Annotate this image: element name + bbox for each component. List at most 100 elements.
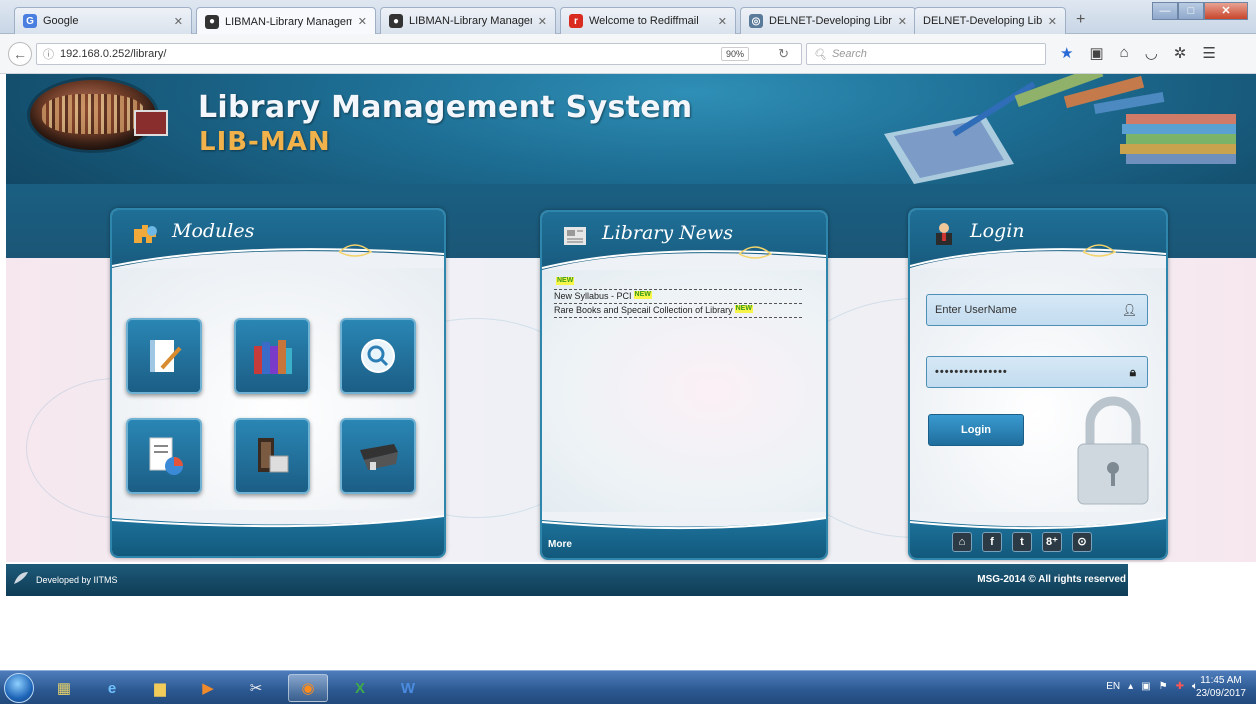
- close-tab-icon[interactable]: ✕: [538, 15, 547, 28]
- maximize-button[interactable]: □: [1178, 2, 1204, 20]
- taskbar-internet-explorer[interactable]: e: [92, 674, 132, 702]
- windows-taskbar: ▦ e ▆ ▶ ✂ ◉ X W EN ▴ ▣ ⚑ ✚ 🔈︎ 11:45 AM 2…: [0, 670, 1256, 704]
- news-item[interactable]: Rare Books and Specail Collection of Lib…: [554, 304, 802, 318]
- news-item-text: New Syllabus - PCI: [554, 291, 632, 301]
- extension-icon[interactable]: ✲: [1174, 44, 1187, 62]
- module-barcode-button[interactable]: [340, 418, 416, 494]
- username-field[interactable]: Enter UserName 👤︎: [926, 294, 1148, 326]
- antivirus-icon[interactable]: ✚: [1176, 681, 1184, 692]
- taskbar-excel[interactable]: X: [340, 674, 380, 702]
- bookmark-star-icon[interactable]: ★: [1060, 44, 1073, 62]
- padlock-icon: [1077, 396, 1149, 505]
- new-badge: NEW: [556, 277, 575, 285]
- new-tab-button[interactable]: +: [1076, 11, 1085, 29]
- taskbar-snipping-tool[interactable]: ✂: [236, 674, 276, 702]
- menu-icon[interactable]: ☰: [1202, 44, 1215, 62]
- news-item[interactable]: NEW: [554, 276, 802, 290]
- tab-libman-active[interactable]: ● LIBMAN-Library Managem ✕: [196, 7, 376, 35]
- page-footer: Developed by IITMS MSG-2014 © All rights…: [6, 564, 1128, 596]
- network-icon[interactable]: ▣: [1141, 681, 1150, 692]
- news-list: NEW New Syllabus - PCI NEW Rare Books and…: [554, 276, 802, 318]
- search-input[interactable]: 🔍︎ Search: [806, 43, 1046, 65]
- taskbar-media-player[interactable]: ▶: [188, 674, 228, 702]
- library-logo: [30, 80, 168, 150]
- browser-tab-strip: G Google ✕ ● LIBMAN-Library Managem ✕ ● …: [0, 0, 1256, 35]
- address-bar[interactable]: ⓘ 192.168.0.252/library/ 90% ↻: [36, 43, 802, 65]
- password-field[interactable]: ••••••••••••••• 🔒︎: [926, 356, 1148, 388]
- login-panel-header: Login: [910, 210, 1166, 268]
- close-tab-icon[interactable]: ✕: [358, 15, 367, 28]
- new-badge: NEW: [633, 291, 652, 299]
- taskbar-clock[interactable]: 11:45 AM 23/09/2017: [1196, 674, 1246, 700]
- start-button[interactable]: [4, 673, 34, 703]
- close-tab-icon[interactable]: ✕: [174, 15, 183, 28]
- site-info-icon[interactable]: ⓘ: [43, 46, 54, 62]
- close-tab-icon[interactable]: ✕: [718, 15, 727, 28]
- reload-icon[interactable]: ↻: [778, 46, 789, 62]
- system-tray: EN ▴ ▣ ⚑ ✚ 🔈︎: [1106, 681, 1198, 692]
- home-icon[interactable]: ⌂: [1120, 44, 1129, 62]
- libman-favicon-icon: ●: [205, 14, 219, 29]
- login-panel-footer: ⌂ f t 8⁺ ⊙: [910, 512, 1166, 558]
- close-window-button[interactable]: ✕: [1204, 2, 1248, 20]
- folder-icon: ▆: [154, 680, 166, 697]
- minimize-button[interactable]: —: [1152, 2, 1178, 20]
- tab-delnet-2[interactable]: DELNET-Developing Library N ✕: [914, 7, 1066, 34]
- tab-label: Google: [43, 15, 79, 27]
- books-icon: [254, 340, 292, 374]
- zoom-level[interactable]: 90%: [720, 47, 749, 61]
- action-center-flag-icon[interactable]: ⚑: [1159, 681, 1168, 692]
- news-item[interactable]: New Syllabus - PCI NEW: [554, 290, 802, 304]
- modules-body: [112, 268, 444, 510]
- tab-label: LIBMAN-Library Managem: [409, 15, 532, 27]
- tab-delnet[interactable]: ◎ DELNET-Developing Libra ✕: [740, 7, 916, 34]
- module-circulation-button[interactable]: [234, 418, 310, 494]
- module-search-button[interactable]: [340, 318, 416, 394]
- search-social-icon[interactable]: ⊙: [1072, 532, 1092, 552]
- library-news-panel: Library News NEW New Syllabus - PCI NEW R…: [540, 210, 828, 560]
- modules-panel-header: Modules: [112, 210, 444, 268]
- notebook-pen-icon: [150, 340, 182, 372]
- feather-icon: [14, 572, 28, 584]
- barcode-scanner-icon: [360, 444, 398, 470]
- google-favicon-icon: G: [23, 14, 37, 28]
- library-app-icon: ▦: [56, 680, 72, 697]
- internet-explorer-icon: e: [107, 679, 117, 697]
- facebook-icon[interactable]: f: [982, 532, 1002, 552]
- twitter-icon[interactable]: t: [1012, 532, 1032, 552]
- taskbar-explorer[interactable]: ▆: [140, 674, 180, 702]
- clipboard-icon[interactable]: ▣: [1089, 44, 1103, 62]
- login-button[interactable]: Login: [928, 414, 1024, 446]
- developer-credit: Developed by IITMS: [36, 575, 118, 585]
- delnet-favicon-icon: ◎: [749, 14, 763, 28]
- tray-expand-icon[interactable]: ▴: [1128, 681, 1133, 692]
- username-placeholder: Enter UserName: [935, 304, 1017, 316]
- tab-libman[interactable]: ● LIBMAN-Library Managem ✕: [380, 7, 556, 34]
- tab-rediffmail[interactable]: r Welcome to Rediffmail ✕: [560, 7, 736, 34]
- close-tab-icon[interactable]: ✕: [898, 15, 907, 28]
- pocket-icon[interactable]: ◡: [1145, 44, 1158, 62]
- news-title: Library News: [602, 222, 734, 244]
- report-chart-icon: [149, 437, 183, 475]
- taskbar-library-app[interactable]: ▦: [44, 674, 84, 702]
- word-icon: W: [400, 679, 416, 697]
- more-news-link[interactable]: More: [548, 539, 572, 550]
- books-tablet-decoration: [884, 74, 1236, 184]
- google-plus-icon[interactable]: 8⁺: [1042, 532, 1062, 552]
- media-player-icon: ▶: [202, 680, 214, 697]
- snipping-tool-icon: ✂: [249, 680, 263, 697]
- taskbar-firefox[interactable]: ◉: [288, 674, 328, 702]
- close-tab-icon[interactable]: ✕: [1048, 15, 1057, 28]
- module-books-button[interactable]: [234, 318, 310, 394]
- login-panel: Login Enter UserName 👤︎ ••••••••••••••• …: [908, 208, 1168, 560]
- site-subtitle: LIB-MAN: [199, 127, 331, 157]
- module-catalog-button[interactable]: [126, 318, 202, 394]
- taskbar-word[interactable]: W: [388, 674, 428, 702]
- home-social-icon[interactable]: ⌂: [952, 532, 972, 552]
- rediffmail-favicon-icon: r: [569, 14, 583, 28]
- language-indicator[interactable]: EN: [1106, 681, 1120, 692]
- social-links: ⌂ f t 8⁺ ⊙: [952, 532, 1092, 552]
- module-reports-button[interactable]: [126, 418, 202, 494]
- tab-google[interactable]: G Google ✕: [14, 7, 192, 34]
- back-button[interactable]: ←: [8, 42, 32, 66]
